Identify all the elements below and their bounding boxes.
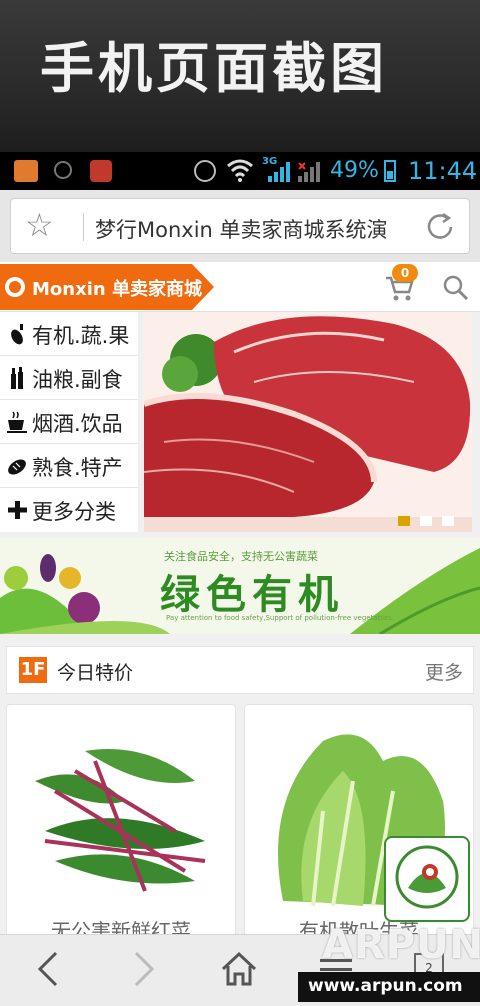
product-image [25,721,217,909]
status-bar: 3G 49% 11:44 [0,152,480,190]
wifi-icon [227,159,253,182]
slider-dot[interactable] [442,516,454,526]
clock: 11:44 [408,157,478,185]
cart-count-badge: 0 [392,264,418,282]
category-label: 有机.蔬.果 [32,324,130,348]
back-icon[interactable] [34,951,62,987]
product-card[interactable]: 无公害新鲜红菜 [6,704,236,944]
battery-icon [384,160,396,182]
site-header: Monxin 单卖家商城 0 [0,262,480,312]
category-item-drinks[interactable]: 烟酒.饮品 [0,400,138,444]
home-icon[interactable] [220,951,258,987]
notification-app-icon-2 [90,160,112,182]
banner-title: 手机页面截图 [40,37,388,100]
notification-app-icon [14,160,38,182]
watermark-url: www.arpun.com [308,976,463,996]
brightness-icon [54,161,72,179]
browser-address-bar: ☆ 梦行Monxin 单卖家商城系统演 [0,190,480,262]
signal-icon [268,162,290,182]
url-text[interactable]: 梦行Monxin 单卖家商城系统演 [95,214,415,244]
floor-badge: 1F [19,657,47,683]
address-box[interactable]: ☆ 梦行Monxin 单卖家商城系统演 [10,198,470,254]
floating-logo-badge[interactable] [384,836,470,922]
category-item-grain-oil[interactable]: 油粮.副食 [0,356,138,400]
reload-icon[interactable] [423,210,457,244]
screenshot-banner: 手机页面截图 [0,0,480,152]
category-label: 更多分类 [32,500,116,524]
battery-percent: 49% [330,158,379,183]
slider-dots [398,516,454,526]
promo-title: 绿色有机 [160,572,344,618]
section-title: 今日特价 [57,662,134,684]
eggplant-icon [11,324,23,345]
no-signal-icon [298,162,320,182]
category-label: 烟酒.饮品 [32,412,123,436]
promo-banner[interactable]: 关注食品安全，支持无公害蔬菜 绿色有机 Pay attention to foo… [0,538,480,634]
more-link[interactable]: 更多 [425,658,463,685]
category-item-vegetables[interactable]: 有机.蔬.果 [0,312,138,356]
category-item-deli[interactable]: 熟食.特产 [0,444,138,488]
floor-section-header: 1F 今日特价 更多 [6,646,474,694]
brand-logo[interactable]: Monxin 单卖家商城 [0,264,214,310]
address-divider [83,213,84,241]
hero-slider[interactable] [144,312,472,532]
cup-icon [7,411,27,433]
slider-dot[interactable] [398,516,410,526]
category-item-more[interactable]: 更多分类 [0,488,138,532]
star-icon[interactable]: ☆ [25,209,54,241]
bottle-icon [11,367,23,389]
category-label: 油粮.副食 [32,368,123,392]
green-food-logo-icon [395,845,459,909]
promo-english: Pay attention to food safety,Support of … [166,614,395,622]
category-label: 熟食.特产 [32,456,123,480]
watermark-logo: ARPUN [322,922,480,968]
category-list: 有机.蔬.果 油粮.副食 烟酒.饮品 熟食.特产 更多分类 [0,312,138,532]
search-icon[interactable] [442,274,470,302]
bread-icon [8,459,26,475]
forward-icon[interactable] [130,951,158,987]
meat-image [144,312,472,532]
alarm-icon [194,160,216,182]
slider-dot[interactable] [420,516,432,526]
brand-name: Monxin 单卖家商城 [32,279,202,300]
plus-icon [8,501,27,519]
